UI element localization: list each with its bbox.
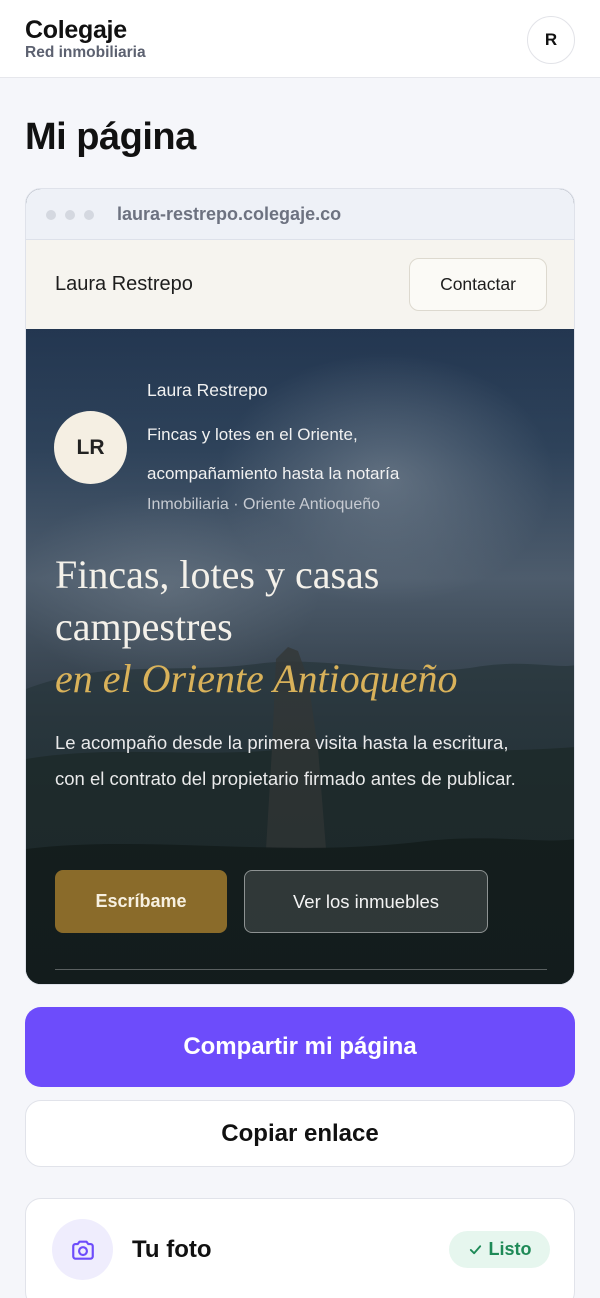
status-label: Listo [488,1239,532,1259]
browser-bar: laura-restrepo.colegaje.co [26,189,574,240]
hero-description: Le acompaño desde la primera visita hast… [55,732,516,789]
preview-url: laura-restrepo.colegaje.co [117,204,342,224]
window-dot [84,210,94,220]
app-name[interactable]: Colegaje [25,16,127,45]
page-title: Mi página [25,116,196,158]
write-me-button[interactable]: Escríbame [55,870,227,933]
app-subtitle: Red inmobiliaria [25,44,146,61]
agent-avatar: LR [54,411,127,484]
hero-divider [55,969,547,970]
hero-headline: Fincas, lotes y casas campestres [55,552,380,649]
agent-name: Laura Restrepo [147,380,268,400]
window-dot [65,210,75,220]
camera-icon [52,1219,113,1280]
hero-section: LR Laura Restrepo Fincas y lotes en el O… [26,329,574,984]
window-dot [46,210,56,220]
photo-checklist-item[interactable]: Tu foto Listo [25,1198,575,1298]
site-name: Laura Restrepo [55,273,193,295]
top-bar: Colegaje Red inmobiliaria R [0,0,600,78]
status-badge: Listo [449,1231,550,1268]
agent-tagline: Fincas y lotes en el Oriente, acompañami… [147,425,400,483]
view-properties-button[interactable]: Ver los inmuebles [244,870,488,933]
check-icon [469,1245,481,1255]
share-page-button[interactable]: Compartir mi página [25,1007,575,1087]
contact-button[interactable]: Contactar [409,258,547,311]
copy-link-button[interactable]: Copiar enlace [25,1100,575,1167]
agent-meta: Inmobiliaria · Oriente Antioqueño [147,496,381,513]
site-preview: laura-restrepo.colegaje.co Laura Restrep… [25,188,575,985]
site-header: Laura Restrepo Contactar [26,240,574,329]
user-avatar[interactable]: R [527,16,575,64]
photo-label: Tu foto [132,1236,212,1263]
hero-headline-accent: en el Oriente Antioqueño [55,656,458,701]
